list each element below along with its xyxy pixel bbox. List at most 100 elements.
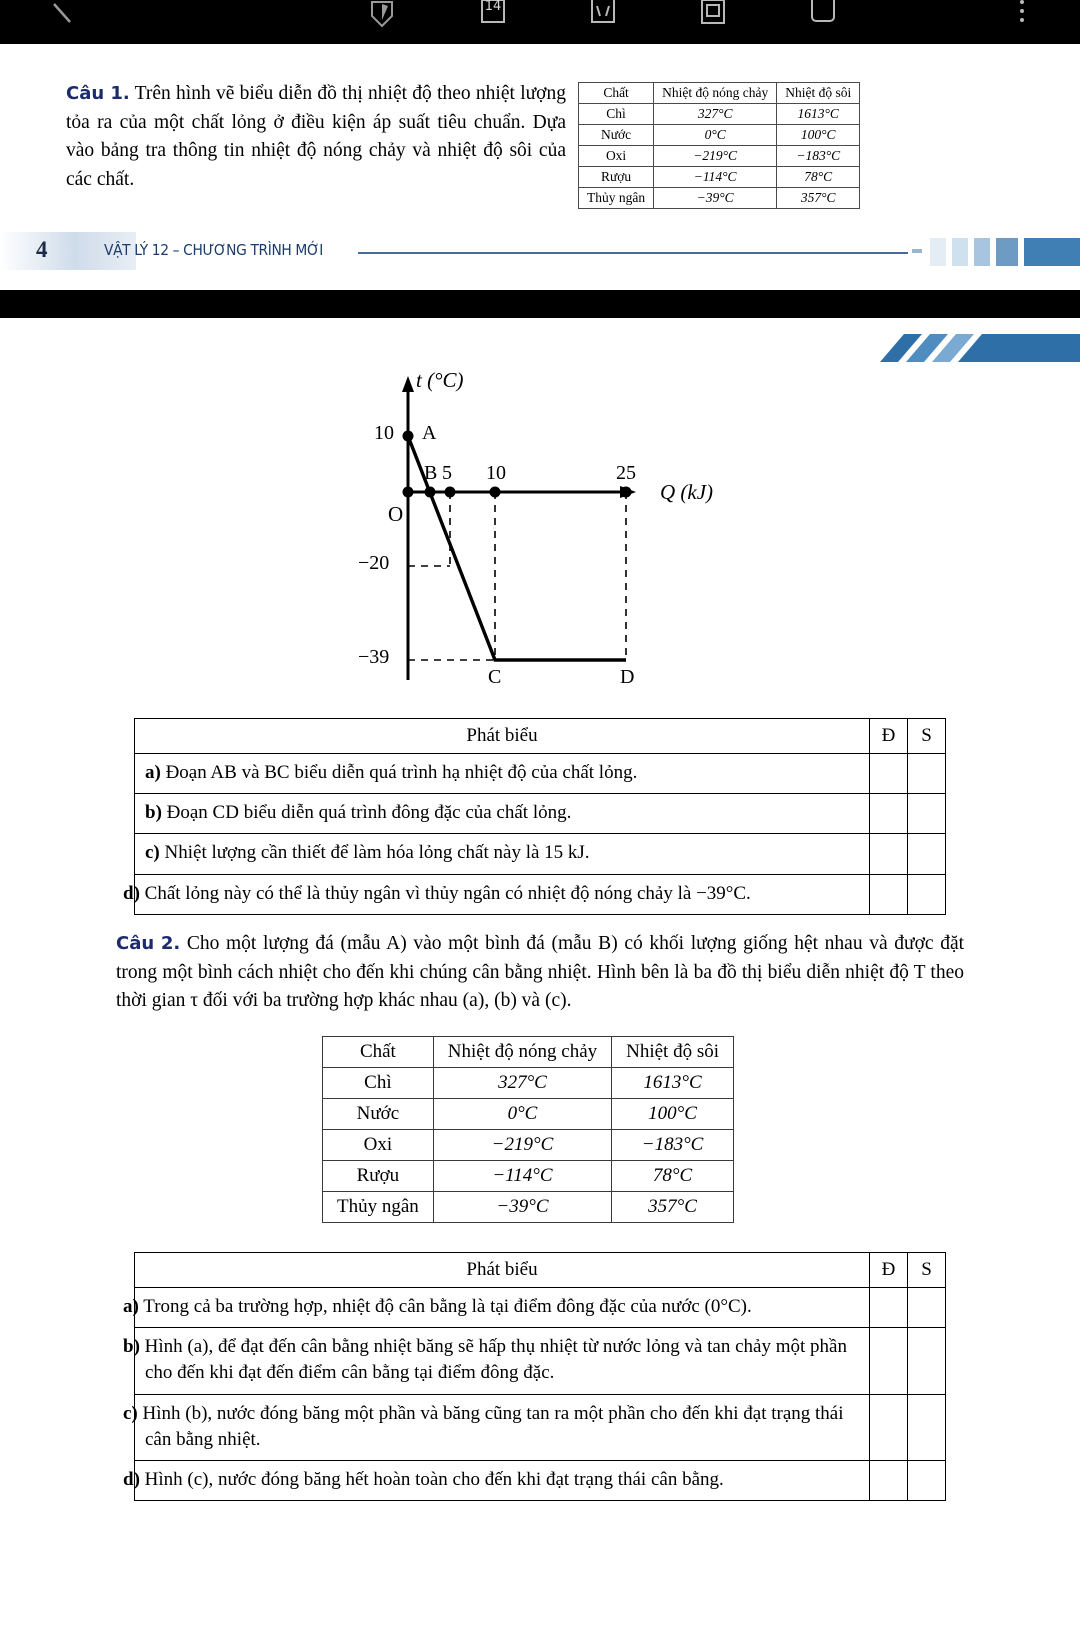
cell-melting: 0°C bbox=[653, 124, 778, 146]
statement-true-checkbox[interactable] bbox=[869, 833, 908, 875]
statement-label: a) bbox=[123, 1296, 139, 1317]
point-x25 bbox=[620, 486, 632, 498]
cell-melting: −39°C bbox=[653, 187, 778, 209]
question-2-label: Câu bbox=[116, 933, 155, 954]
curve-ACD bbox=[406, 435, 626, 662]
substance-table-top: Chất Nhiệt độ nóng chảy Nhiệt độ sôi Chì… bbox=[577, 82, 861, 209]
cell-melting: 0°C bbox=[432, 1098, 613, 1130]
point-label-C: C bbox=[488, 666, 502, 688]
back-slash-icon[interactable] bbox=[40, 0, 84, 32]
table-row: Chì 327°C 1613°C bbox=[577, 103, 861, 125]
table-row: Rượu −114°C 78°C bbox=[577, 166, 861, 188]
bookmark-shield-icon[interactable] bbox=[360, 0, 404, 32]
corner-decoration bbox=[880, 332, 1080, 367]
statement-label: b) bbox=[145, 802, 162, 824]
cell-melting: −114°C bbox=[432, 1160, 613, 1192]
point-origin bbox=[402, 486, 414, 498]
table-row: Rượu −114°C 78°C bbox=[322, 1160, 735, 1192]
header-melting: Nhiệt độ nóng chảy bbox=[653, 82, 778, 104]
page-fragment-top: Câu 1. Trên hình vẽ biểu diễn đồ thị nhi… bbox=[0, 44, 1080, 290]
statements-header-label: Phát biểu bbox=[134, 1252, 870, 1288]
statement-false-checkbox[interactable] bbox=[907, 833, 946, 875]
statements-header-row: Phát biểu Đ S bbox=[134, 718, 946, 754]
cell-substance: Chì bbox=[577, 103, 655, 125]
footer-title: VẬT LÝ 12 – CHƯƠNG TRÌNH MỚI bbox=[104, 241, 323, 259]
y-tick-label-minus39: −39 bbox=[358, 646, 390, 668]
cooling-curve-chart: t (°C) Q (kJ) 10 −20 −39 5 10 25 O A B C… bbox=[330, 368, 750, 703]
footer-deco-3 bbox=[952, 238, 968, 266]
statement-label: c) bbox=[123, 1402, 138, 1424]
statement-false-checkbox[interactable] bbox=[907, 752, 946, 795]
statement-false-checkbox[interactable] bbox=[907, 873, 946, 915]
statements-header-label: Phát biểu bbox=[134, 718, 870, 754]
statement-true-checkbox[interactable] bbox=[869, 1393, 908, 1462]
statement-false-checkbox[interactable] bbox=[907, 1460, 946, 1502]
origin-label: O bbox=[388, 502, 404, 526]
point-B bbox=[424, 486, 436, 498]
footer-rule bbox=[358, 252, 908, 254]
question-2-paragraph: Câu 2. Cho một lượng đá (mẫu A) vào một … bbox=[116, 930, 964, 1016]
single-page-icon[interactable] bbox=[800, 0, 844, 32]
statement-false-checkbox[interactable] bbox=[907, 1393, 946, 1462]
x-tick-label-5: 5 bbox=[442, 462, 452, 484]
cell-melting: −219°C bbox=[432, 1129, 613, 1161]
footer-deco-1 bbox=[912, 249, 922, 253]
statement-true-checkbox[interactable] bbox=[869, 1460, 908, 1502]
statement-text: Nhiệt lượng cần thiết để làm hóa lỏng ch… bbox=[164, 842, 590, 864]
cell-boiling: 1613°C bbox=[776, 103, 861, 125]
cell-substance: Oxi bbox=[322, 1129, 434, 1161]
header-chat: Chất bbox=[322, 1036, 434, 1068]
cell-substance: Thủy ngân bbox=[577, 187, 655, 209]
statement-text: Hình (b), nước đóng băng một phần và băn… bbox=[142, 1402, 844, 1450]
point-label-A: A bbox=[422, 422, 437, 444]
question-1-number: 1. bbox=[110, 83, 130, 104]
question-1-text: Trên hình vẽ biểu diễn đồ thị nhiệt độ t… bbox=[66, 83, 566, 190]
y-tick-label-minus20: −20 bbox=[358, 552, 390, 574]
table-row: Thủy ngân −39°C 357°C bbox=[322, 1191, 735, 1223]
statement-row: c) Nhiệt lượng cần thiết để làm hóa lỏng… bbox=[134, 833, 946, 875]
statement-row: c) Hình (b), nước đóng băng một phần và … bbox=[123, 1393, 946, 1462]
cell-melting: −114°C bbox=[653, 166, 778, 188]
statement-true-checkbox[interactable] bbox=[869, 873, 908, 915]
statement-false-checkbox[interactable] bbox=[907, 1327, 946, 1395]
statement-row: b) Đoạn CD biểu diễn quá trình đông đặc … bbox=[134, 793, 946, 835]
statement-label: a) bbox=[145, 762, 161, 783]
cell-substance: Rượu bbox=[322, 1160, 434, 1192]
cell-substance: Chì bbox=[322, 1067, 434, 1099]
statements-header-true: Đ bbox=[869, 1252, 908, 1288]
footer-deco-4 bbox=[974, 238, 990, 266]
cell-boiling: −183°C bbox=[611, 1129, 735, 1161]
crop-icon[interactable] bbox=[580, 0, 624, 32]
statement-true-checkbox[interactable] bbox=[869, 1286, 908, 1329]
statement-text: Chất lỏng này có thể là thủy ngân vì thủ… bbox=[144, 882, 751, 904]
statement-label: d) bbox=[123, 882, 140, 904]
statement-true-checkbox[interactable] bbox=[869, 1327, 908, 1395]
header-boiling: Nhiệt độ sôi bbox=[611, 1036, 735, 1068]
y-axis-label: t (°C) bbox=[416, 368, 464, 392]
statement-text: Đoạn AB và BC biểu diễn quá trình hạ nhi… bbox=[165, 762, 638, 783]
statement-text: Hình (c), nước đóng băng hết hoàn toàn c… bbox=[144, 1469, 724, 1491]
statement-false-checkbox[interactable] bbox=[907, 793, 946, 835]
x-tick-label-25: 25 bbox=[616, 462, 636, 484]
header-chat: Chất bbox=[577, 82, 655, 104]
cell-substance: Nước bbox=[577, 124, 655, 146]
table-row: Thủy ngân −39°C 357°C bbox=[577, 187, 861, 209]
statement-label: b) bbox=[123, 1336, 140, 1358]
statement-false-checkbox[interactable] bbox=[907, 1286, 946, 1329]
question-2-text: Cho một lượng đá (mẫu A) vào một bình đá… bbox=[116, 933, 965, 1012]
point-label-B: B bbox=[424, 462, 438, 484]
cell-melting: −219°C bbox=[653, 145, 778, 167]
more-options-icon[interactable] bbox=[1000, 0, 1044, 32]
app-toolbar: 14 bbox=[0, 0, 1080, 44]
cell-melting: −39°C bbox=[432, 1191, 613, 1223]
statement-true-checkbox[interactable] bbox=[869, 793, 908, 835]
table-header-row: Chất Nhiệt độ nóng chảy Nhiệt độ sôi bbox=[577, 82, 861, 104]
table-header-row: Chất Nhiệt độ nóng chảy Nhiệt độ sôi bbox=[322, 1036, 735, 1068]
duplicate-page-icon[interactable] bbox=[690, 0, 734, 32]
page-14-icon[interactable]: 14 bbox=[470, 0, 514, 32]
point-A bbox=[402, 430, 414, 442]
svg-text:14: 14 bbox=[485, 0, 502, 14]
statement-true-checkbox[interactable] bbox=[869, 752, 908, 795]
statements-table-2: Phát biểu Đ S a) Trong cả ba trường hợp,… bbox=[123, 1252, 946, 1502]
footer-deco-2 bbox=[930, 238, 946, 266]
